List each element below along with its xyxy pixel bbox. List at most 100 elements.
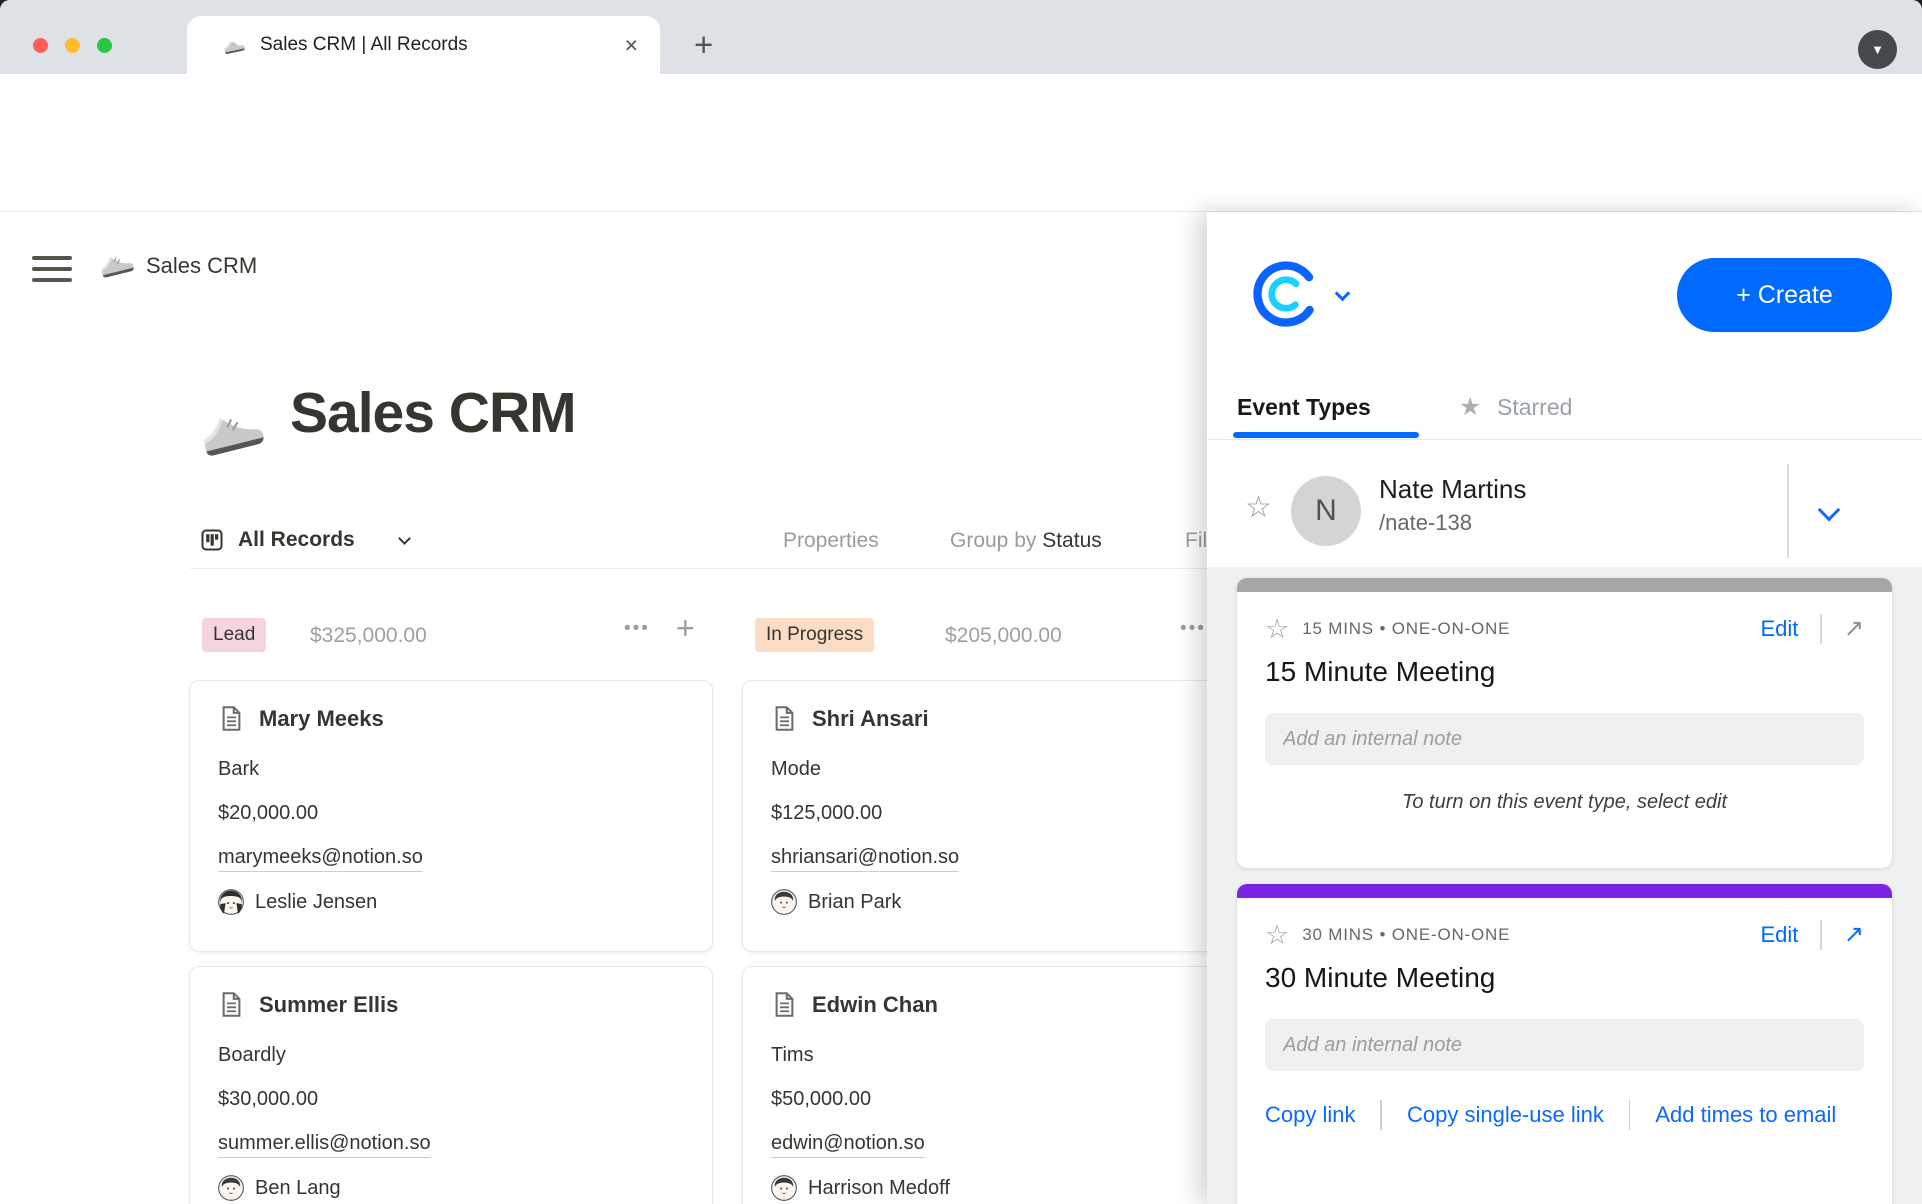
card-title: Summer Ellis [259, 992, 398, 1018]
chevron-down-icon [398, 532, 411, 545]
bookmarks-bar: Apps Reading List [0, 166, 1922, 212]
tab-strip: Sales CRM | All Records × + ▼ [0, 0, 1922, 74]
column-more-icon[interactable]: ••• [624, 618, 650, 640]
column-total: $325,000.00 [310, 624, 427, 648]
view-selector[interactable]: All Records [238, 528, 355, 552]
event-meta: 30 MINS • ONE-ON-ONE [1302, 925, 1510, 945]
star-icon: ★ [1459, 392, 1481, 422]
event-title: 30 Minute Meeting [1265, 962, 1864, 994]
card-amount: $30,000.00 [218, 1088, 684, 1111]
window-close-button[interactable] [33, 38, 48, 53]
user-avatar: N [1291, 476, 1361, 546]
hamburger-menu-icon[interactable] [32, 256, 72, 289]
properties-button[interactable]: Properties [783, 529, 879, 553]
tab-title: Sales CRM | All Records [260, 34, 468, 56]
tab-starred[interactable]: Starred [1497, 394, 1572, 421]
edit-link[interactable]: Edit [1760, 616, 1798, 642]
column-total: $205,000.00 [945, 624, 1062, 648]
internal-note-input[interactable] [1265, 1019, 1864, 1071]
sneaker-page-icon [92, 240, 138, 286]
calendly-logo-icon[interactable] [1250, 258, 1322, 330]
browser-toolbar: ← → notion.so/camacme/6de9fb7454454344a8… [0, 74, 1922, 166]
sneaker-title-icon[interactable] [187, 387, 272, 472]
status-badge-in-progress[interactable]: In Progress [755, 618, 874, 652]
event-card-30min[interactable]: ☆ 30 MINS • ONE-ON-ONE Edit ↗ 30 Minute … [1237, 884, 1892, 1204]
tabs-divider [1207, 439, 1922, 440]
card-company: Bark [218, 758, 684, 781]
chevron-down-icon[interactable] [1335, 286, 1351, 302]
person-avatar [218, 1175, 244, 1201]
divider [1629, 1100, 1631, 1130]
card-owner-name: Harrison Medoff [808, 1177, 950, 1200]
record-card[interactable]: Mary Meeks Bark $20,000.00 marymeeks@not… [189, 680, 713, 952]
browser-window: Sales CRM | All Records × + ▼ ← → notion… [0, 0, 1922, 1204]
card-owner-name: Ben Lang [255, 1177, 341, 1200]
person-avatar [771, 1175, 797, 1201]
divider [1380, 1100, 1382, 1130]
window-zoom-button[interactable] [97, 38, 112, 53]
event-title: 15 Minute Meeting [1265, 656, 1864, 688]
card-email-link[interactable]: summer.ellis@notion.so [218, 1132, 431, 1158]
event-color-bar [1237, 578, 1892, 592]
card-company: Boardly [218, 1044, 684, 1067]
create-button[interactable]: + Create [1677, 258, 1892, 332]
person-avatar [218, 889, 244, 915]
tab-event-types[interactable]: Event Types [1237, 394, 1371, 421]
copy-link-button[interactable]: Copy link [1265, 1102, 1355, 1128]
new-tab-button[interactable]: + [694, 28, 713, 61]
card-title: Edwin Chan [812, 992, 938, 1018]
breadcrumb[interactable]: Sales CRM [146, 253, 257, 279]
record-card[interactable]: Shri Ansari Mode $125,000.00 shriansari@… [742, 680, 1266, 952]
edit-link[interactable]: Edit [1760, 922, 1798, 948]
calendly-sidebar: + Create Event Types ★ Starred ☆ N Nate … [1207, 212, 1922, 1204]
card-title: Mary Meeks [259, 706, 384, 732]
star-event-icon[interactable]: ☆ [1265, 616, 1289, 643]
card-email-link[interactable]: marymeeks@notion.so [218, 846, 423, 872]
page-title: Sales CRM [290, 380, 576, 446]
copy-single-use-link-button[interactable]: Copy single-use link [1407, 1102, 1604, 1128]
event-hint: To turn on this event type, select edit [1265, 791, 1864, 814]
add-times-to-email-button[interactable]: Add times to email [1655, 1102, 1836, 1128]
status-badge-lead[interactable]: Lead [202, 618, 266, 652]
page-doc-icon [771, 991, 798, 1018]
board-view-icon [200, 528, 224, 552]
record-card[interactable]: Summer Ellis Boardly $30,000.00 summer.e… [189, 966, 713, 1204]
event-card-15min[interactable]: ☆ 15 MINS • ONE-ON-ONE Edit ↗ 15 Minute … [1237, 578, 1892, 868]
page-doc-icon [218, 705, 245, 732]
chevron-down-icon[interactable] [1818, 499, 1841, 522]
active-tab-underline [1233, 432, 1419, 438]
browser-tab[interactable]: Sales CRM | All Records × [187, 16, 660, 74]
user-slug: /nate-138 [1379, 510, 1472, 536]
card-email-link[interactable]: shriansari@notion.so [771, 846, 959, 872]
person-avatar [771, 889, 797, 915]
event-color-bar [1237, 884, 1892, 898]
favorite-star-icon[interactable]: ☆ [1245, 490, 1272, 525]
card-amount: $20,000.00 [218, 802, 684, 825]
card-company: Tims [771, 1044, 1237, 1067]
event-list: ☆ 15 MINS • ONE-ON-ONE Edit ↗ 15 Minute … [1207, 567, 1922, 1204]
card-company: Mode [771, 758, 1237, 781]
sneaker-favicon-icon [219, 31, 247, 59]
column-add-icon[interactable]: + [676, 610, 695, 647]
event-meta: 15 MINS • ONE-ON-ONE [1302, 619, 1510, 639]
external-link-icon[interactable]: ↗ [1844, 617, 1864, 641]
card-owner-name: Leslie Jensen [255, 891, 377, 914]
internal-note-input[interactable] [1265, 713, 1864, 765]
group-by-value: Status [1042, 529, 1102, 552]
tab-close-icon[interactable]: × [625, 34, 638, 57]
page-doc-icon [771, 705, 798, 732]
divider [1820, 614, 1822, 644]
external-link-icon[interactable]: ↗ [1844, 923, 1864, 947]
card-email-link[interactable]: edwin@notion.so [771, 1132, 925, 1158]
star-event-icon[interactable]: ☆ [1265, 922, 1289, 949]
window-minimize-button[interactable] [65, 38, 80, 53]
chevron-down-icon: ▼ [1871, 42, 1884, 57]
card-amount: $125,000.00 [771, 802, 1237, 825]
record-card[interactable]: Edwin Chan Tims $50,000.00 edwin@notion.… [742, 966, 1266, 1204]
tab-search-button[interactable]: ▼ [1858, 30, 1897, 69]
column-more-icon[interactable]: ••• [1180, 618, 1206, 640]
page-doc-icon [218, 991, 245, 1018]
group-by-label: Group by [950, 529, 1042, 552]
user-name: Nate Martins [1379, 474, 1526, 505]
group-by-button[interactable]: Group by Status [950, 529, 1102, 553]
